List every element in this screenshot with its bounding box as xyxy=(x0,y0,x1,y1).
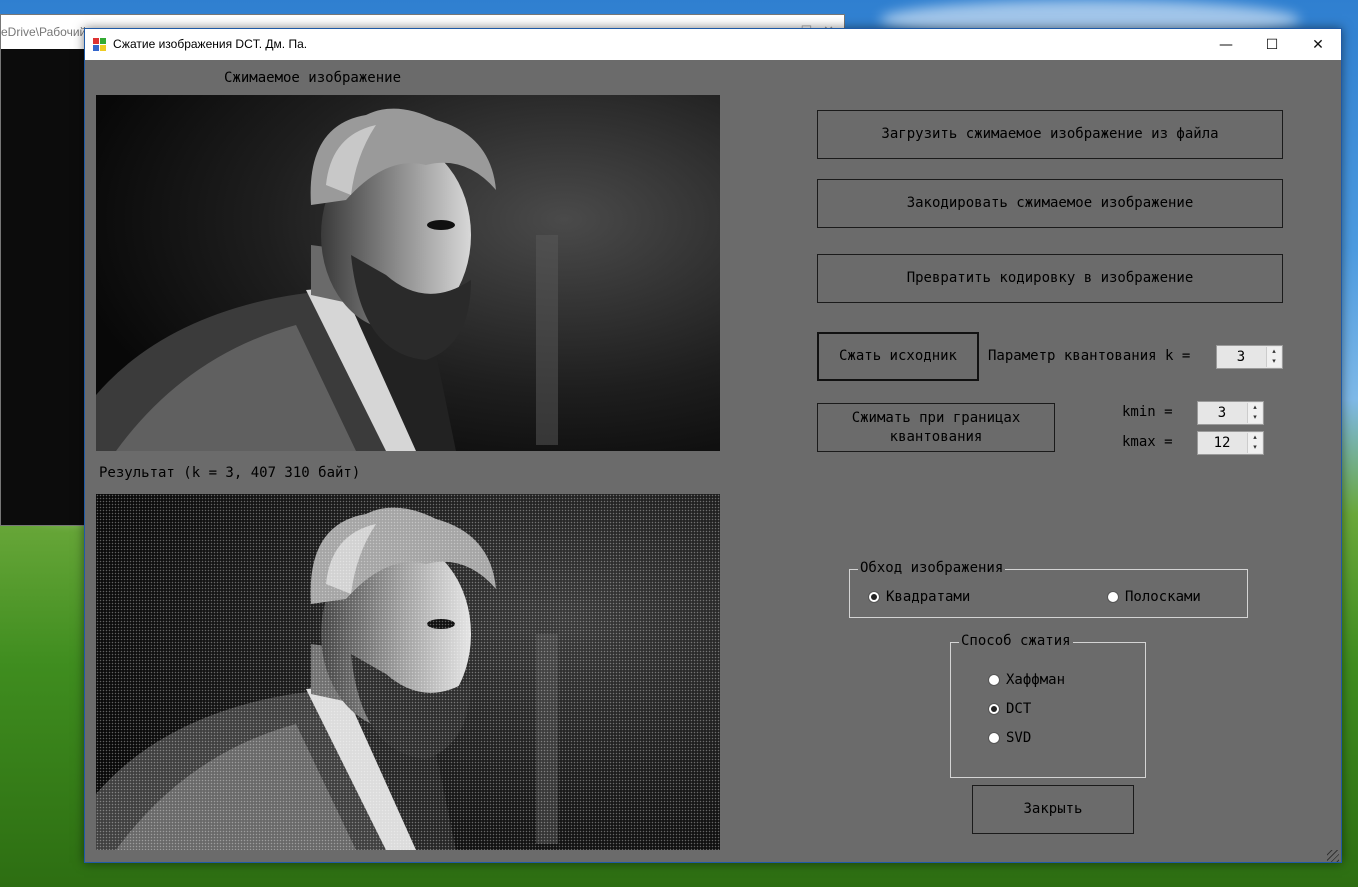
title-bar[interactable]: Сжатие изображения DCT. Дм. Па. — ☐ ✕ xyxy=(85,29,1341,60)
portrait-photo xyxy=(96,95,720,451)
source-image-label: Сжимаемое изображение xyxy=(224,70,402,86)
radio-unselected-icon[interactable] xyxy=(988,732,1000,744)
kmin-spinner[interactable]: 3 ▴ ▾ xyxy=(1197,401,1264,425)
radio-selected-icon[interactable] xyxy=(988,703,1000,715)
traversal-group-caption: Обход изображения xyxy=(858,560,1006,576)
radio-dct[interactable]: DCT xyxy=(988,701,1031,717)
spinner-arrows[interactable]: ▴ ▾ xyxy=(1247,433,1262,453)
decode-image-button[interactable]: Превратить кодировку в изображение xyxy=(817,254,1283,303)
compress-range-button[interactable]: Сжимать при границах квантования xyxy=(817,403,1055,452)
spin-up-icon[interactable]: ▴ xyxy=(1248,403,1262,413)
resize-grip-icon[interactable] xyxy=(1327,850,1339,862)
main-window: Сжатие изображения DCT. Дм. Па. — ☐ ✕ Сж… xyxy=(84,28,1342,863)
spinner-arrows[interactable]: ▴ ▾ xyxy=(1247,403,1262,423)
kmax-value[interactable]: 12 xyxy=(1198,432,1246,454)
radio-huffman[interactable]: Хаффман xyxy=(988,672,1065,688)
spin-up-icon[interactable]: ▴ xyxy=(1248,433,1262,443)
radio-huffman-label: Хаффман xyxy=(1006,672,1066,688)
spinner-arrows[interactable]: ▴ ▾ xyxy=(1266,347,1281,367)
quantization-label: Параметр квантования k = xyxy=(988,348,1191,364)
radio-selected-icon[interactable] xyxy=(868,591,880,603)
spin-down-icon[interactable]: ▾ xyxy=(1267,357,1281,367)
radio-unselected-icon[interactable] xyxy=(1107,591,1119,603)
spin-down-icon[interactable]: ▾ xyxy=(1248,413,1262,423)
radio-svd[interactable]: SVD xyxy=(988,730,1031,746)
quantization-spinner[interactable]: 3 ▴ ▾ xyxy=(1216,345,1283,369)
encode-image-button[interactable]: Закодировать сжимаемое изображение xyxy=(817,179,1283,228)
radio-squares[interactable]: Квадратами xyxy=(868,589,970,605)
radio-unselected-icon[interactable] xyxy=(988,674,1000,686)
spin-up-icon[interactable]: ▴ xyxy=(1267,347,1281,357)
method-group: Способ сжатия Хаффман DCT SVD xyxy=(950,633,1146,778)
method-group-caption: Способ сжатия xyxy=(959,633,1073,649)
form-client-area: Сжимаемое изображение Результат (k = 3, … xyxy=(85,60,1341,864)
result-image xyxy=(96,494,720,850)
window-title: Сжатие изображения DCT. Дм. Па. xyxy=(113,37,308,51)
compression-artifacts xyxy=(96,494,720,850)
radio-svd-label: SVD xyxy=(1006,730,1032,746)
radio-stripes-label: Полосками xyxy=(1125,589,1201,605)
minimize-button[interactable]: — xyxy=(1203,29,1249,60)
kmax-spinner[interactable]: 12 ▴ ▾ xyxy=(1197,431,1264,455)
kmax-label: kmax = xyxy=(1122,434,1173,450)
kmin-value[interactable]: 3 xyxy=(1198,402,1246,424)
result-image-label: Результат (k = 3, 407 310 байт) xyxy=(99,465,361,481)
maximize-button[interactable]: ☐ xyxy=(1249,29,1295,60)
close-button[interactable]: Закрыть xyxy=(972,785,1134,834)
load-image-button[interactable]: Загрузить сжимаемое изображение из файла xyxy=(817,110,1283,159)
radio-squares-label: Квадратами xyxy=(886,589,971,605)
radio-stripes[interactable]: Полосками xyxy=(1107,589,1201,605)
close-window-button[interactable]: ✕ xyxy=(1295,29,1341,60)
spin-down-icon[interactable]: ▾ xyxy=(1248,443,1262,453)
radio-dct-label: DCT xyxy=(1006,701,1032,717)
kmin-label: kmin = xyxy=(1122,404,1173,420)
traversal-group: Обход изображения Квадратами Полосками xyxy=(849,560,1248,618)
compress-source-button[interactable]: Сжать исходник xyxy=(817,332,979,381)
source-image xyxy=(96,95,720,451)
app-icon xyxy=(93,38,107,51)
quantization-value[interactable]: 3 xyxy=(1217,346,1265,368)
